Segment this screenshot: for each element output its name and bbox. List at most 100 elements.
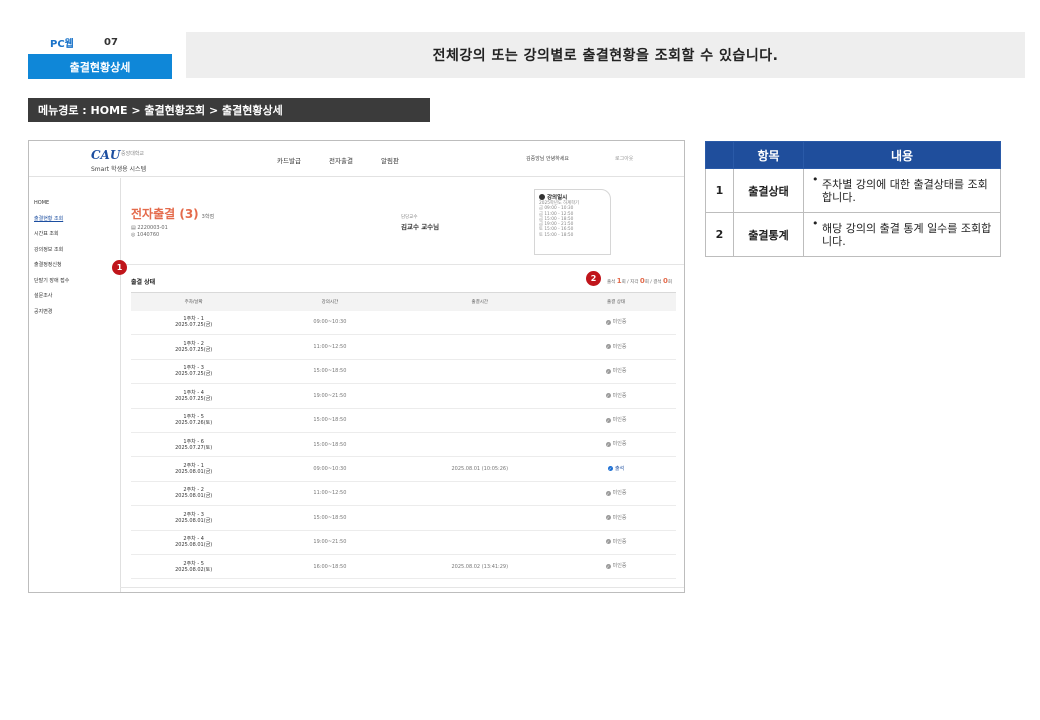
date-label: 2025.08.01(금) xyxy=(175,517,213,524)
gnb-card[interactable]: 카드발급 xyxy=(277,155,301,165)
status-cell: ✓ 미인증 xyxy=(556,505,676,531)
side-nav-item[interactable]: 시간표 조회 xyxy=(34,227,114,243)
date-label: 2025.07.25(금) xyxy=(175,395,213,402)
side-nav-item[interactable]: 설문조사 xyxy=(34,289,114,305)
class-time-cell: 16:00~18:50 xyxy=(256,554,404,580)
col-class-time: 강의시간 xyxy=(256,292,404,311)
attend-time-cell xyxy=(403,505,557,531)
attendance-row: 1주차 - 3 2025.07.25(금) 15:00~18:50 ✓ 미인증 xyxy=(131,359,676,385)
check-icon: ✓ xyxy=(605,417,611,423)
week-date-cell: 2주차 - 2 2025.08.01(금) xyxy=(131,481,257,507)
check-icon: ✓ xyxy=(605,368,611,374)
date-label: 2025.08.01(금) xyxy=(175,493,213,500)
schedule-card: 강의일시 2025학년도 하계학기 금 09:00 - 10:30 금 11:00 … xyxy=(534,189,611,255)
week-date-cell: 2주차 - 3 2025.08.01(금) xyxy=(131,505,257,531)
side-nav-item[interactable]: 출결현황 조회 xyxy=(34,212,114,228)
attend-time-cell xyxy=(403,334,557,360)
course-title: 전자출결 (3) 3학점 xyxy=(131,207,215,221)
status-badge: ✓ 출석 xyxy=(607,465,625,472)
desc-col-no xyxy=(705,141,734,169)
status-badge: ✓ 미인증 xyxy=(605,343,627,350)
page-number: 07 xyxy=(104,36,118,48)
status-cell: ✓ 미인증 xyxy=(556,334,676,360)
description-row: 2출결통계해당 강의의 출결 통계 일수를 조회합니다. xyxy=(705,212,1001,257)
date-label: 2025.07.25(금) xyxy=(175,322,213,329)
attendance-stats: 출석 1회 / 지각 0회 / 결석 0회 xyxy=(607,277,672,285)
status-badge: ✓ 미인증 xyxy=(605,514,627,521)
page-description-banner: 전체강의 또는 강의별로 출결현황을 조회할 수 있습니다. xyxy=(186,32,1025,78)
attendance-row: 2주차 - 5 2025.08.02(토) 16:00~18:50 2025.08.0… xyxy=(131,554,676,580)
week-date-cell: 1주차 - 3 2025.07.25(금) xyxy=(131,359,257,385)
side-nav: HOME 출결현황 조회 시간표 조회 강의정보 조회 출결정정신청 단말기 장애 접수 설… xyxy=(34,196,114,320)
course-credit: 3학점 xyxy=(201,214,215,220)
status-cell: ✓ 미인증 xyxy=(556,383,676,409)
class-time-cell: 09:00~10:30 xyxy=(256,456,404,482)
description-row: 1출결상태주차별 강의에 대한 출결상태를 조회합니다. xyxy=(705,168,1001,213)
check-icon: ✓ xyxy=(605,490,611,496)
desc-col-content: 내용 xyxy=(803,141,1001,169)
attendance-row: 2주차 - 1 2025.08.01(금) 09:00~10:30 2025.08.0… xyxy=(131,456,676,482)
gnb-attendance[interactable]: 전자출결 xyxy=(329,155,353,165)
logout-link[interactable]: 로그아웃 xyxy=(615,155,633,162)
attend-time-cell xyxy=(403,310,557,336)
description-table: 항목 내용 1출결상태주차별 강의에 대한 출결상태를 조회합니다.2출결통계해… xyxy=(705,141,1001,257)
date-label: 2025.07.25(금) xyxy=(175,347,213,354)
date-label: 2025.07.26(토) xyxy=(175,420,213,427)
attendance-row: 1주차 - 4 2025.07.25(금) 19:00~21:50 ✓ 미인증 xyxy=(131,383,676,409)
status-badge: ✓ 미인증 xyxy=(605,563,627,570)
side-nav-item[interactable]: HOME xyxy=(34,196,114,212)
date-label: 2025.08.01(금) xyxy=(175,469,213,476)
status-badge: ✓ 미인증 xyxy=(605,441,627,448)
desc-content: 주차별 강의에 대한 출결상태를 조회합니다. xyxy=(803,168,1001,213)
logo-icon[interactable]: CAU xyxy=(91,148,120,162)
class-time-cell: 19:00~21:50 xyxy=(256,530,404,555)
attendance-table: 주차/날짜 강의시간 출결시간 출결 상태 1주차 - 1 2025.07.25(… xyxy=(131,292,676,580)
professor-name: 김교수 교수님 xyxy=(401,223,440,231)
status-badge: ✓ 미인증 xyxy=(605,538,627,545)
schedule-title: 강의일시 xyxy=(539,193,606,201)
page-header-left: PC웹 07 출결현황상세 xyxy=(28,32,172,79)
class-time-cell: 15:00~18:50 xyxy=(256,408,404,433)
check-icon: ✓ xyxy=(605,344,611,350)
col-attend-time: 출결시간 xyxy=(403,292,557,311)
status-badge: ✓ 미인증 xyxy=(605,368,627,375)
week-date-cell: 2주차 - 5 2025.08.02(토) xyxy=(131,554,257,580)
check-icon: ✓ xyxy=(605,393,611,399)
class-time-cell: 11:00~12:50 xyxy=(256,334,404,360)
week-date-cell: 1주차 - 1 2025.07.25(금) xyxy=(131,310,257,336)
date-label: 2025.07.27(토) xyxy=(175,444,213,451)
status-cell: ✓ 미인증 xyxy=(556,432,676,458)
section-divider xyxy=(120,264,684,265)
side-nav-item[interactable]: 강의정보 조회 xyxy=(34,243,114,259)
col-week-date: 주차/날짜 xyxy=(131,292,257,311)
check-icon: ✓ xyxy=(607,466,613,472)
class-time-cell: 09:00~10:30 xyxy=(256,310,404,336)
screen-mockup: CAU 중앙대학교 Smart 학생용 시스템 카드발급 전자출결 알림판 김중… xyxy=(28,140,685,593)
callout-badge-2: 2 xyxy=(586,271,601,286)
week-date-cell: 2주차 - 4 2025.08.01(금) xyxy=(131,530,257,555)
check-icon: ✓ xyxy=(605,563,611,569)
week-date-cell: 1주차 - 4 2025.07.25(금) xyxy=(131,383,257,409)
status-badge: ✓ 미인증 xyxy=(605,319,627,326)
professor-label: 담당교수 xyxy=(401,215,418,220)
attendance-row: 1주차 - 1 2025.07.25(금) 09:00~10:30 ✓ 미인증 xyxy=(131,310,676,336)
attend-time-cell: 2025.08.01 (10:05:26) xyxy=(403,456,557,482)
check-icon: ✓ xyxy=(605,319,611,325)
side-nav-item[interactable]: 출결정정신청 xyxy=(34,258,114,274)
side-nav-item[interactable]: 단말기 장애 접수 xyxy=(34,274,114,290)
status-cell: ✓ 출석 xyxy=(556,456,676,482)
attendance-row: 2주차 - 2 2025.08.01(금) 11:00~12:50 ✓ 미인증 xyxy=(131,481,676,507)
menu-path: 메뉴경로 : HOME > 출결현황조회 > 출결현황상세 xyxy=(28,98,430,122)
side-nav-item[interactable]: 공지변경 xyxy=(34,305,114,321)
attend-time-cell xyxy=(403,408,557,433)
desc-item: 출결상태 xyxy=(733,168,804,213)
check-icon: ✓ xyxy=(605,441,611,447)
attendance-row: 2주차 - 3 2025.08.01(금) 15:00~18:50 ✓ 미인증 xyxy=(131,505,676,531)
status-badge: ✓ 미인증 xyxy=(605,490,627,497)
date-label: 2025.08.01(금) xyxy=(175,542,213,549)
gnb-notice[interactable]: 알림판 xyxy=(381,155,399,165)
week-date-cell: 1주차 - 2 2025.07.25(금) xyxy=(131,334,257,360)
attend-time-cell: 2025.08.02 (13:41:29) xyxy=(403,554,557,580)
status-cell: ✓ 미인증 xyxy=(556,530,676,555)
status-cell: ✓ 미인증 xyxy=(556,310,676,336)
